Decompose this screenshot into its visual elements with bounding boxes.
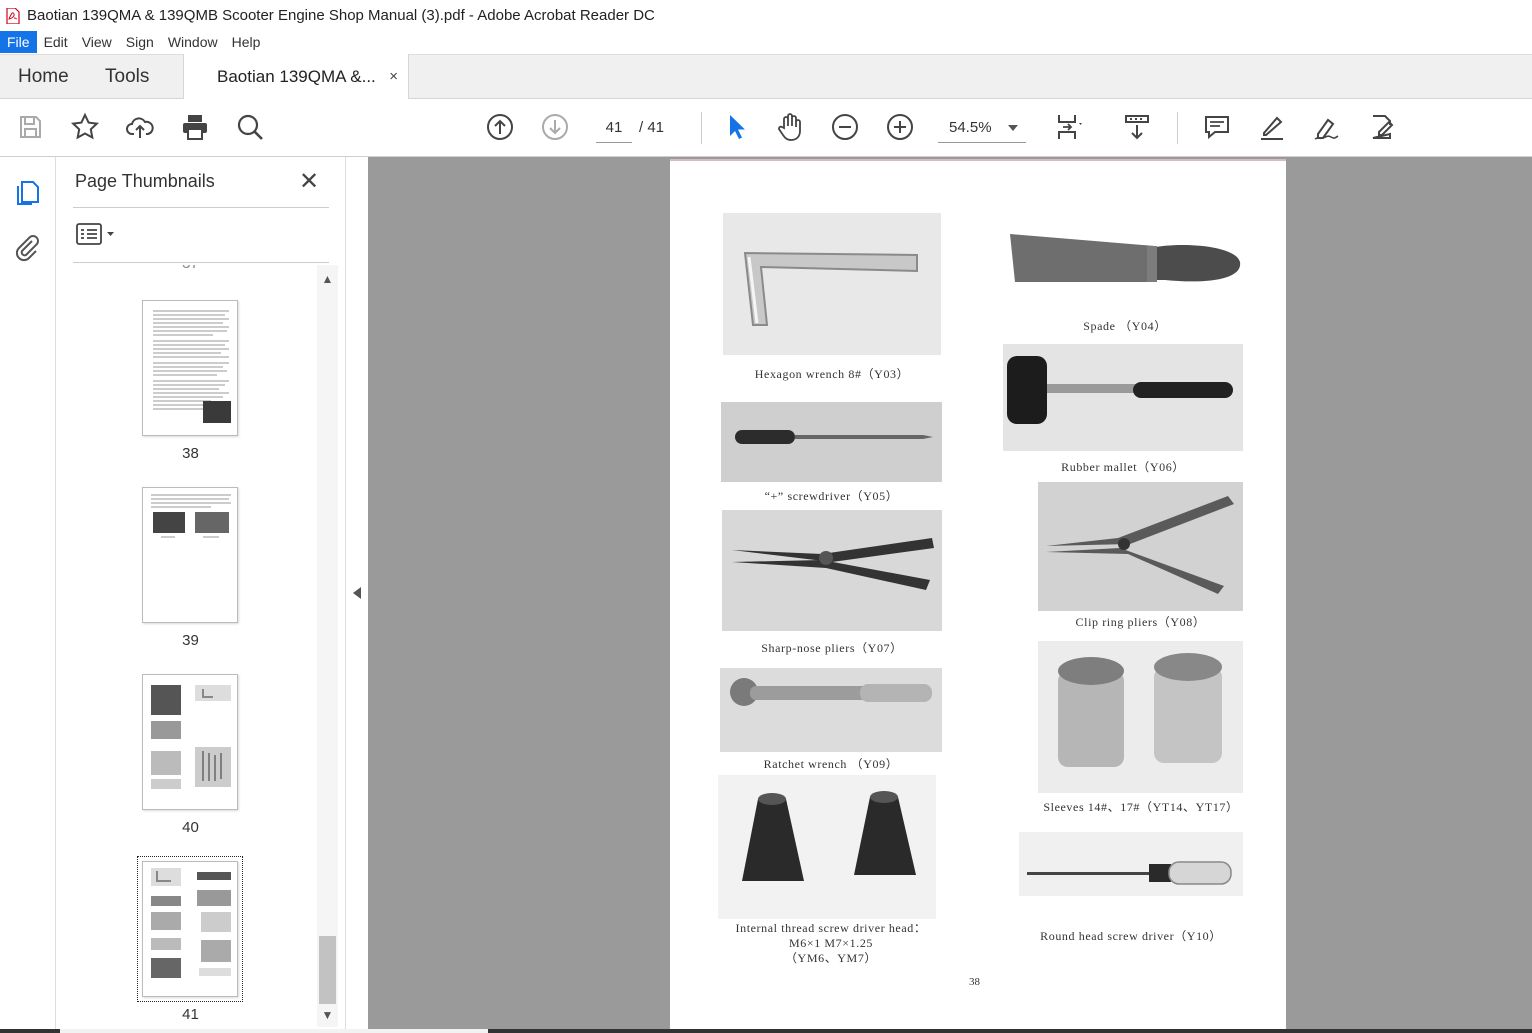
thumbnail-page-40[interactable] [142,674,238,810]
menu-file[interactable]: File [0,31,37,53]
previous-page-icon[interactable] [482,109,518,145]
thumbnail-scrollbar[interactable]: ▲ ▼ [317,265,338,1027]
taskbar-edge [0,1029,1532,1033]
zoom-value: 54.5% [949,119,992,136]
caption-clip-ring-pliers: Clip ring pliers（Y08） [1075,615,1206,629]
menu-bar: File Edit View Sign Window Help [0,31,1532,53]
caption-round-head-screwdriver: Round head screw driver（Y10） [1040,929,1222,943]
internal-thread-driver-head-photo [718,775,936,919]
panel-divider [73,262,329,263]
left-rail [0,157,56,1033]
zoom-in-icon[interactable] [882,109,918,145]
page-thumbnails-panel: Page Thumbnails ✕ 37 38 39 [56,157,345,1033]
zoom-out-icon[interactable] [827,109,863,145]
toolbar-divider [1177,112,1178,144]
clip-ring-pliers-photo [1038,482,1243,611]
scroll-down-icon[interactable]: ▼ [317,1007,338,1023]
panel-collapse-handle[interactable] [345,157,368,1033]
thumbnail-options-button[interactable] [76,223,118,245]
caption-sharp-nose-pliers: Sharp-nose pliers（Y07） [761,641,903,655]
window-title: Baotian 139QMA & 139QMB Scooter Engine S… [27,7,655,24]
scroll-up-icon[interactable]: ▲ [317,271,338,287]
caption-rubber-mallet: Rubber mallet（Y06） [1061,460,1185,474]
caption-internal-thread-1: Internal thread screw driver head： [735,921,927,935]
caption-sleeves: Sleeves 14#、17#（YT14、YT17） [1043,800,1239,814]
next-page-icon[interactable] [537,109,573,145]
close-tab-icon[interactable]: × [389,54,398,99]
sharp-nose-pliers-photo [722,510,942,631]
edit-export-icon[interactable] [1364,109,1400,145]
taskbar-highlight [60,1029,488,1033]
caption-screwdriver: “+” screwdriver（Y05） [764,489,899,503]
page-fit-icon[interactable] [1050,109,1086,145]
page-number-input[interactable]: 41 [596,113,632,143]
thumbnail-list: 37 38 39 [73,265,318,1027]
round-head-screwdriver-photo [1019,832,1243,896]
close-panel-icon[interactable]: ✕ [299,167,319,196]
sleeves-photo [1038,641,1243,793]
spade-photo [1005,224,1245,316]
thumbnail-label: 38 [182,445,199,462]
caption-hexagon-wrench: Hexagon wrench 8#（Y03） [754,367,910,381]
hexagon-wrench-photo [723,213,941,355]
screwdriver-photo [721,402,942,482]
caption-ratchet-wrench: Ratchet wrench （Y09） [763,757,899,771]
tab-document-label: Baotian 139QMA &... [217,67,376,86]
menu-sign[interactable]: Sign [119,31,161,53]
thumbnail-page-39[interactable] [142,487,238,623]
panel-title: Page Thumbnails [75,171,215,191]
fill-sign-icon[interactable] [1309,109,1345,145]
document-viewer[interactable]: Hexagon wrench 8#（Y03） Spade （Y04） “+” s… [368,157,1532,1033]
thumbnail-label: 41 [182,1006,199,1023]
panel-divider [73,207,329,208]
bookmark-star-icon[interactable] [67,109,103,145]
caption-spade: Spade （Y04） [1083,319,1167,333]
rubber-mallet-photo [1003,344,1243,451]
page-total: / 41 [639,119,665,136]
scrollbar-thumb[interactable] [319,936,336,1004]
select-cursor-icon[interactable] [717,109,753,145]
caption-internal-thread-3: （YM6、YM7） [784,951,878,965]
hand-tool-icon[interactable] [772,109,808,145]
scroll-mode-icon[interactable] [1119,109,1155,145]
upload-cloud-icon[interactable] [122,109,158,145]
ratchet-wrench-photo [720,668,942,752]
page-thumbnails-icon[interactable] [12,177,42,207]
collapse-arrow-icon [353,587,361,599]
pdf-page: Hexagon wrench 8#（Y03） Spade （Y04） “+” s… [670,159,1286,1033]
attachment-paperclip-icon[interactable] [12,233,42,263]
print-icon[interactable] [177,109,213,145]
tab-tools[interactable]: Tools [105,55,149,99]
comment-icon[interactable] [1199,109,1235,145]
menu-view[interactable]: View [75,31,119,53]
menu-window[interactable]: Window [161,31,225,53]
thumbnail-label: 37 [73,265,313,272]
page-number-footer: 38 [969,976,980,988]
toolbar-divider [701,112,702,144]
main-toolbar [0,99,1532,157]
title-bar: Baotian 139QMA & 139QMB Scooter Engine S… [0,0,1532,31]
menu-edit[interactable]: Edit [37,31,75,53]
thumbnail-page-38[interactable] [142,300,238,436]
save-icon[interactable] [12,109,48,145]
tab-bar: Home Tools Baotian 139QMA &... × [0,54,1532,100]
caption-internal-thread-2: M6×1 M7×1.25 [788,936,874,950]
thumbnail-label: 39 [182,632,199,649]
thumbnail-page-41[interactable] [137,856,243,1002]
tab-document[interactable]: Baotian 139QMA &... × [183,54,409,100]
menu-help[interactable]: Help [225,31,268,53]
acrobat-pdf-icon [6,6,20,25]
highlight-pen-icon[interactable] [1254,109,1290,145]
search-icon[interactable] [232,109,268,145]
tab-home[interactable]: Home [18,55,69,99]
zoom-select[interactable]: 54.5% [938,113,1026,143]
chevron-down-icon [1008,125,1018,131]
thumbnail-label: 40 [182,819,199,836]
